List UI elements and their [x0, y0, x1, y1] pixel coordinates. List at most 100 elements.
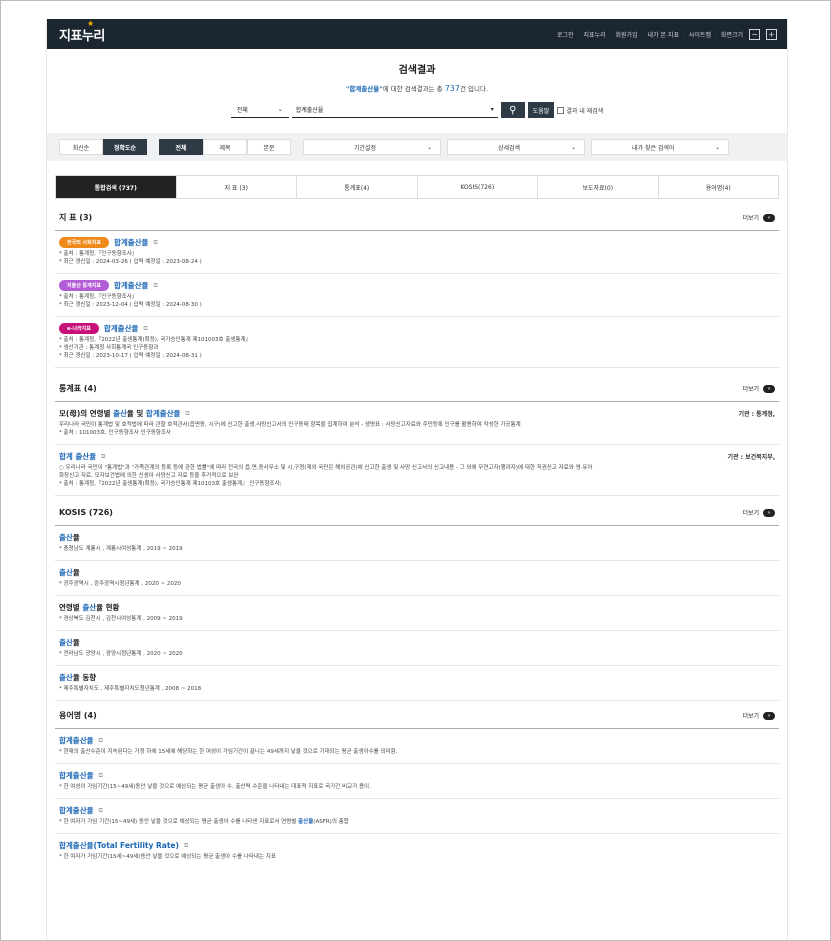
search-input[interactable]: 합계출산율 ▾	[291, 102, 498, 118]
list-item: 합계출산율 ⧉ * 한 여성이 가임기간(15~49세)동안 낳을 것으로 예상되는…	[55, 764, 779, 799]
result-title-link[interactable]: 모(母)의 연령별 출산율 및 합계출산율	[59, 408, 180, 419]
page-title: 검색결과	[398, 65, 436, 76]
logo-star-icon: ★	[87, 18, 94, 28]
more-button[interactable]: 더보기»	[742, 384, 775, 393]
period-dropdown[interactable]: 기간설정 ⌄	[303, 139, 441, 155]
list-item: 연령별 출산율 현황 * 경상북도 김천시 , 김천시여성통계 , 2009 ~ …	[55, 596, 779, 631]
agency-label: 기관 : 통계청,	[738, 411, 775, 418]
join-link[interactable]: 회원가입	[616, 30, 638, 39]
sitemap-link[interactable]: 사이트맵	[689, 30, 711, 39]
result-title-link[interactable]: 합계출산율	[114, 237, 149, 248]
external-link-icon[interactable]: ⧉	[101, 453, 105, 461]
result-meta: * 출처 : 통계청,『인구동향조사』 * 최근 갱신일 : 2023-12-04…	[59, 294, 202, 308]
more-button[interactable]: 더보기»	[742, 213, 775, 222]
search-within-results[interactable]: 결과 내 재검색	[557, 106, 603, 115]
more-icon: »	[763, 384, 775, 393]
search-bar: 전체 ⌄ 합계출산율 ▾ ⚲ 도움말 결과 내 재검색	[47, 101, 787, 119]
list-item: 저출산 통계지표 합계출산율 ⧉ * 출처 : 통계청,『인구동향조사』 * 최근 갱…	[55, 274, 779, 317]
field-all-button[interactable]: 전체	[159, 139, 203, 155]
sort-latest-button[interactable]: 최신순	[59, 139, 103, 155]
tab-terms[interactable]: 용어명(4)	[657, 176, 779, 198]
result-title-link[interactable]: 출산율	[59, 637, 775, 648]
tab-all[interactable]: 통합검색 (737)	[56, 176, 176, 198]
within-checkbox[interactable]	[557, 106, 565, 114]
result-title-link[interactable]: 합계출산율(Total Fertility Rate)	[59, 840, 179, 851]
result-title-link[interactable]: 합계출산율	[59, 770, 94, 781]
external-link-icon[interactable]: ⧉	[184, 842, 188, 850]
search-header: 검색결과 "합계출산율"에 대한 검색결과는 총 737건 입니다. 전체 ⌄ 합…	[47, 49, 787, 119]
result-meta: 우리나라 국민이 통계법 및 호적법에 따라 관할 호적관서(읍면동, 시구)에…	[59, 422, 521, 436]
tab-indicators[interactable]: 지 표 (3)	[175, 176, 297, 198]
sort-accuracy-button[interactable]: 정확도순	[103, 139, 147, 155]
indicators-section: 지 표 (3) 더보기» 한국의 사회지표 합계출산율 ⧉ * 출처 : 통계청,『…	[55, 205, 779, 368]
result-meta: * 현재의 출산수준이 지속된다는 가정 하에 15세에 해당하는 한 여성이 …	[59, 749, 398, 755]
screen-size-label: 화면크기	[720, 31, 743, 39]
result-title-link[interactable]: 출산율	[59, 567, 775, 578]
top-menu: 로그인 · 지표누리 · 회원가입 · 내가 본 지표 · 사이트맵 · 화면크기 − +	[557, 28, 777, 40]
result-meta: * 충청남도 계룡시 , 계룡시여성통계 , 2019 ~ 2019	[59, 546, 183, 552]
external-link-icon[interactable]: ⧉	[99, 772, 103, 780]
result-title-link[interactable]: 합계출산율	[114, 280, 149, 291]
result-meta: * 광주광역시 , 광주광역시청년통계 , 2020 ~ 2020	[59, 581, 181, 587]
list-item: 모(母)의 연령별 출산율 및 합계출산율 ⧉ 기관 : 통계청, 우리나라 국민이…	[55, 402, 779, 445]
search-button[interactable]: ⚲	[500, 102, 525, 118]
tab-press[interactable]: 보도자료(0)	[537, 176, 658, 198]
result-title-link[interactable]: 합계출산율	[59, 805, 94, 816]
result-summary: "합계출산율"에 대한 검색결과는 총 737건 입니다.	[345, 84, 489, 93]
home-link[interactable]: 지표누리	[584, 30, 606, 39]
search-icon: ⚲	[509, 104, 517, 116]
section-header: 지 표 (3) 더보기»	[55, 205, 779, 231]
external-link-icon[interactable]: ⧉	[153, 282, 157, 290]
zoom-in-icon[interactable]: +	[766, 28, 777, 40]
external-link-icon[interactable]: ⧉	[99, 807, 103, 815]
chevron-down-icon: ⌄	[426, 143, 432, 151]
tab-stat-tables[interactable]: 통계표(4)	[296, 176, 417, 198]
stat-tables-section: 통계표 (4) 더보기» 모(母)의 연령별 출산율 및 합계출산율 ⧉ 기관 : …	[55, 376, 779, 496]
list-item: 출산율 동향 * 제주특별자치도 , 제주특별자치도청년통계 , 2008 ~ 2…	[55, 666, 779, 701]
site-logo[interactable]: 지표누리 ★	[59, 19, 105, 44]
field-title-button[interactable]: 제목	[203, 139, 247, 155]
browser-frame: 지표누리 ★ 로그인 · 지표누리 · 회원가입 · 내가 본 지표 · 사이트맵 · 화면…	[0, 0, 831, 941]
result-title-link[interactable]: 출산율 동향	[59, 672, 775, 683]
external-link-icon[interactable]: ⧉	[153, 239, 157, 247]
external-link-icon[interactable]: ⧉	[185, 410, 189, 418]
list-item: 합계 출산율 ⧉ 기관 : 보건복지부, ○ 우리나라 국민이 "통계법"과 "가족…	[55, 445, 779, 496]
chevron-down-icon: ⌄	[714, 143, 720, 151]
result-meta: * 한 여성이 가임기간(15~49세)동안 낳을 것으로 예상되는 평균 출생…	[59, 784, 371, 790]
detail-search-dropdown[interactable]: 상세검색 ⌄	[447, 139, 585, 155]
more-button[interactable]: 더보기»	[742, 711, 775, 720]
result-title-link[interactable]: 합계 출산율	[59, 451, 96, 462]
list-item: 합계출산율 ⧉ * 현재의 출산수준이 지속된다는 가정 하에 15세에 해당하는 …	[55, 729, 779, 764]
result-meta: * 경상북도 김천시 , 김천시여성통계 , 2009 ~ 2019	[59, 616, 183, 622]
category-badge: 한국의 사회지표	[59, 237, 109, 248]
list-item: 한국의 사회지표 합계출산율 ⧉ * 출처 : 통계청,『인구동향조사』 * 최근 갱…	[55, 231, 779, 274]
list-item: 출산율 * 전라남도 광양시 , 광양시청년통계 , 2020 ~ 2020	[55, 631, 779, 666]
section-title: 지 표 (3)	[59, 213, 93, 222]
more-button[interactable]: 더보기»	[742, 508, 775, 517]
section-header: KOSIS (726) 더보기»	[55, 500, 779, 526]
chevron-down-icon: ⌄	[277, 106, 283, 113]
sort-group: 최신순 정확도순	[59, 139, 147, 155]
result-title-link[interactable]: 연령별 출산율 현황	[59, 602, 775, 613]
result-title-link[interactable]: 합계출산율	[59, 735, 94, 746]
zoom-out-icon[interactable]: −	[749, 28, 760, 40]
section-title: 통계표 (4)	[59, 384, 97, 393]
external-link-icon[interactable]: ⧉	[143, 325, 147, 333]
result-title-link[interactable]: 출산율	[59, 532, 775, 543]
viewed-indicators-link[interactable]: 내가 본 지표	[648, 30, 679, 39]
help-button[interactable]: 도움말	[527, 102, 555, 118]
section-header: 용어명 (4) 더보기»	[55, 703, 779, 729]
top-header: 지표누리 ★ 로그인 · 지표누리 · 회원가입 · 내가 본 지표 · 사이트맵 · 화면…	[47, 19, 787, 49]
external-link-icon[interactable]: ⧉	[99, 737, 103, 745]
result-meta: * 전라남도 광양시 , 광양시청년통계 , 2020 ~ 2020	[59, 651, 183, 657]
field-body-button[interactable]: 본문	[247, 139, 291, 155]
result-meta: * 출처 : 통계청,『2022년 출생통계(확정), 국가승인통계 제1010…	[59, 337, 252, 359]
my-search-terms-dropdown[interactable]: 내가 찾은 검색어 ⌄	[591, 139, 729, 155]
scope-select[interactable]: 전체 ⌄	[230, 102, 289, 118]
login-link[interactable]: 로그인	[557, 30, 574, 39]
tab-kosis[interactable]: KOSIS(726)	[416, 176, 538, 198]
agency-label: 기관 : 보건복지부,	[727, 454, 776, 461]
terms-section: 용어명 (4) 더보기» 합계출산율 ⧉ * 현재의 출산수준이 지속된다는 가정 …	[55, 703, 779, 868]
result-title-link[interactable]: 합계출산율	[104, 323, 139, 334]
section-header: 통계표 (4) 더보기»	[55, 376, 779, 402]
